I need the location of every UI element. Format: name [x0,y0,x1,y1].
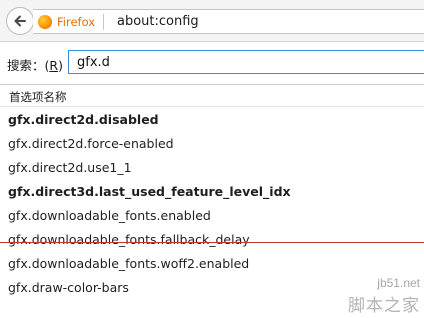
row-divider [0,242,424,243]
search-label-suffix: ) [58,58,63,73]
column-header-label: 首选项名称 [9,90,67,104]
table-row[interactable]: gfx.direct3d.last_used_feature_level_idx [0,180,424,204]
search-label-mnemonic: R [49,58,59,73]
table-row[interactable]: gfx.direct2d.use1_1 [0,156,424,180]
watermark: jb51.net 脚本之家 [348,276,420,316]
browser-brand: Firefox [57,15,96,29]
watermark-url: jb51.net [377,276,420,290]
site-identity[interactable]: Firefox [38,13,105,31]
identity-separator [103,14,105,30]
search-label: 搜索：(R) [7,55,63,74]
firefox-logo-icon [38,15,52,29]
table-row[interactable]: gfx.downloadable_fonts.fallback_delay [0,228,424,252]
back-button[interactable] [6,7,34,35]
navigation-toolbar: Firefox about:config [0,0,424,42]
url-text[interactable]: about:config [117,14,199,29]
search-label-prefix: 搜索：( [7,58,50,73]
preference-rows: gfx.direct2d.disabled gfx.direct2d.force… [0,108,424,300]
table-row[interactable]: gfx.direct2d.force-enabled [0,132,424,156]
column-header-preference-name[interactable]: 首选项名称 [0,85,424,107]
table-row[interactable]: gfx.downloadable_fonts.woff2.enabled [0,252,424,276]
table-row[interactable]: gfx.direct2d.disabled [0,108,424,132]
search-row: 搜索：(R) [0,48,424,78]
back-arrow-icon [14,15,26,27]
watermark-name: 脚本之家 [348,296,420,316]
url-bar[interactable]: Firefox about:config [33,9,424,34]
table-row[interactable]: gfx.downloadable_fonts.enabled [0,204,424,228]
search-input[interactable] [68,50,424,74]
